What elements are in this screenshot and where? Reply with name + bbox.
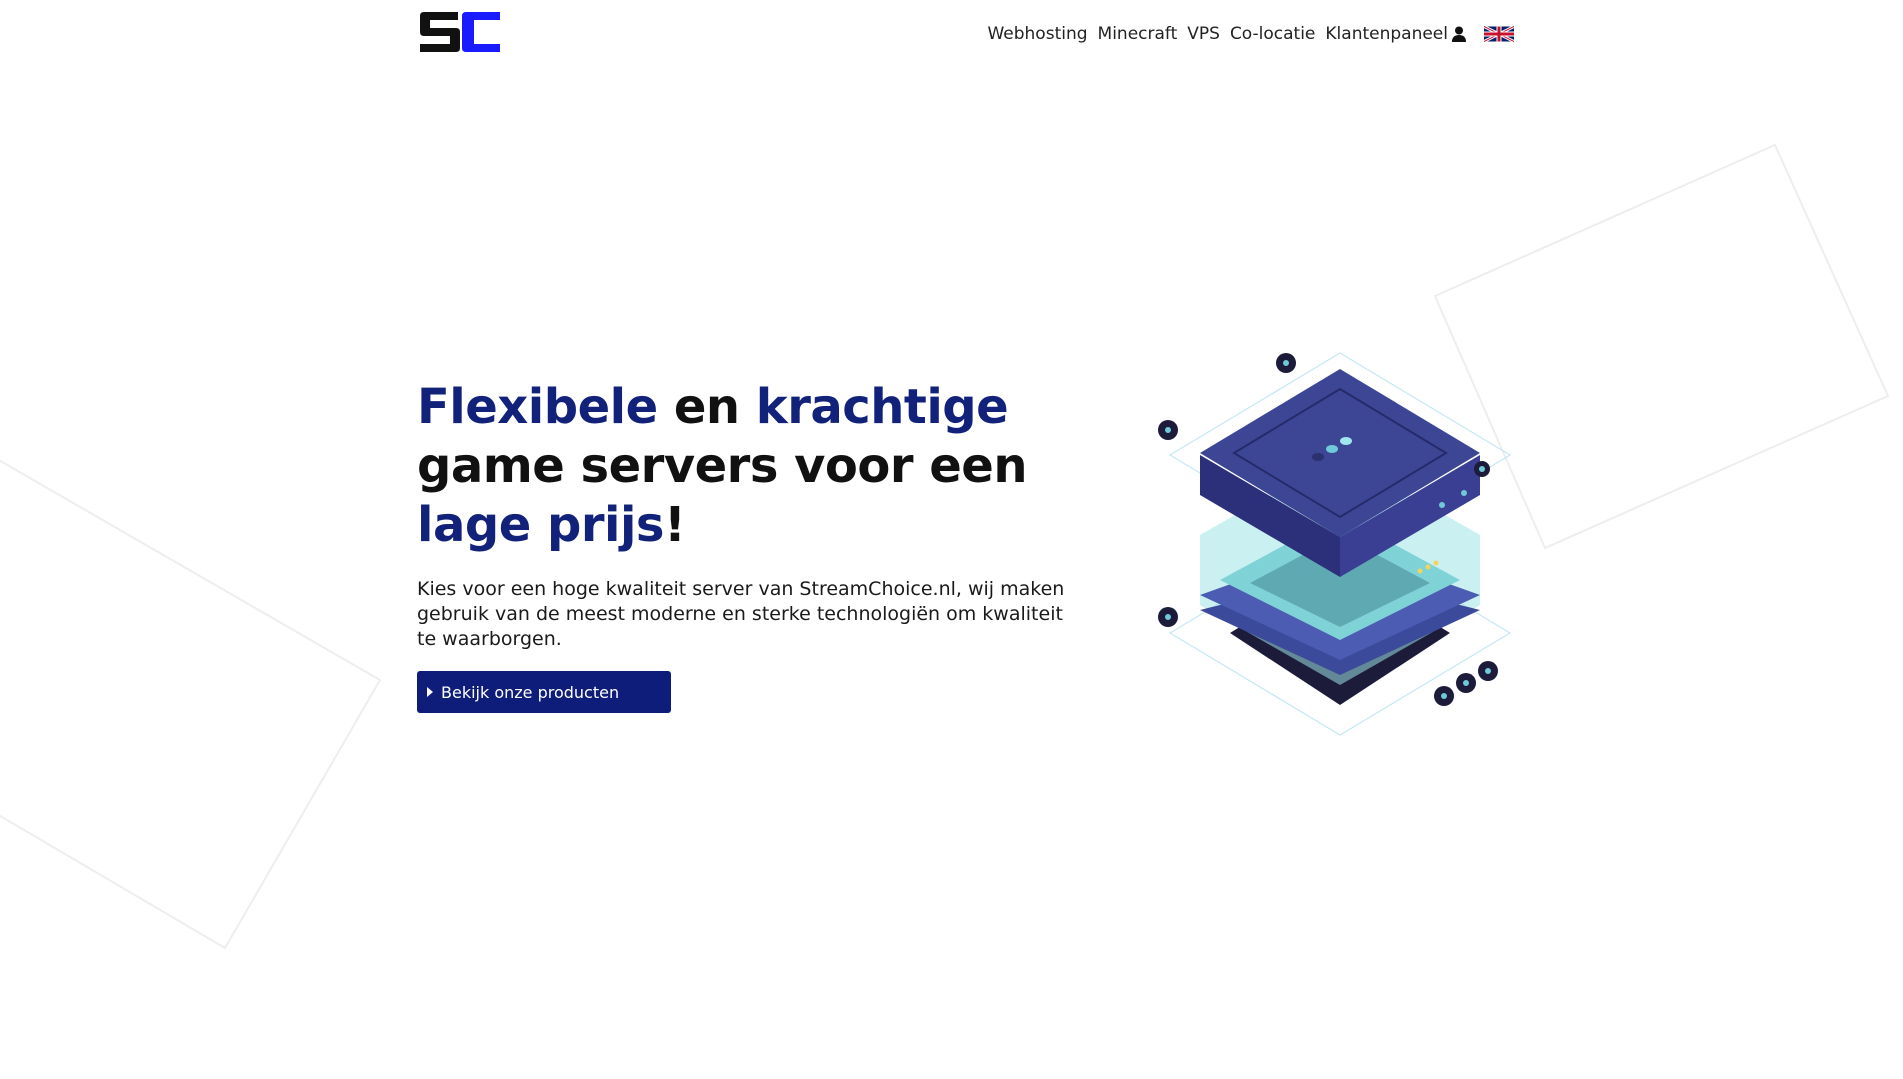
caret-right-icon	[427, 687, 433, 697]
hero-description: Kies voor een hoge kwaliteit server van …	[417, 578, 1065, 650]
nav-item-klantenpaneel[interactable]: Klantenpaneel	[1325, 24, 1466, 44]
hero-title-part: !	[663, 497, 686, 553]
hero-title: Flexibele en krachtige game servers voor…	[417, 378, 1057, 555]
user-icon	[1452, 26, 1466, 42]
nav-item-minecraft[interactable]: Minecraft	[1098, 24, 1178, 44]
view-products-label: Bekijk onze producten	[441, 682, 620, 702]
hero-title-part: lage prijs	[417, 497, 664, 553]
server-illustration	[1158, 352, 1511, 736]
hero-title-part: Flexibele	[417, 379, 658, 435]
main-nav: Webhosting Minecraft VPS Co-locatie Klan…	[987, 24, 1514, 44]
hero-title-part: en	[657, 379, 756, 435]
hero-title-part: game servers voor een	[417, 438, 1028, 494]
nav-item-vps[interactable]: VPS	[1187, 24, 1220, 44]
hero-title-part: krachtige	[755, 379, 1009, 435]
site-header: Webhosting Minecraft VPS Co-locatie Klan…	[418, 8, 1514, 58]
uk-flag-icon[interactable]	[1484, 26, 1514, 42]
nav-item-webhosting[interactable]: Webhosting	[987, 24, 1087, 44]
nav-item-colocatie[interactable]: Co-locatie	[1230, 24, 1315, 44]
page: Webhosting Minecraft VPS Co-locatie Klan…	[0, 0, 1903, 1079]
nav-item-klantenpaneel-label: Klantenpaneel	[1325, 24, 1448, 44]
view-products-button[interactable]: Bekijk onze producten	[417, 671, 671, 713]
logo-icon[interactable]	[418, 8, 502, 56]
